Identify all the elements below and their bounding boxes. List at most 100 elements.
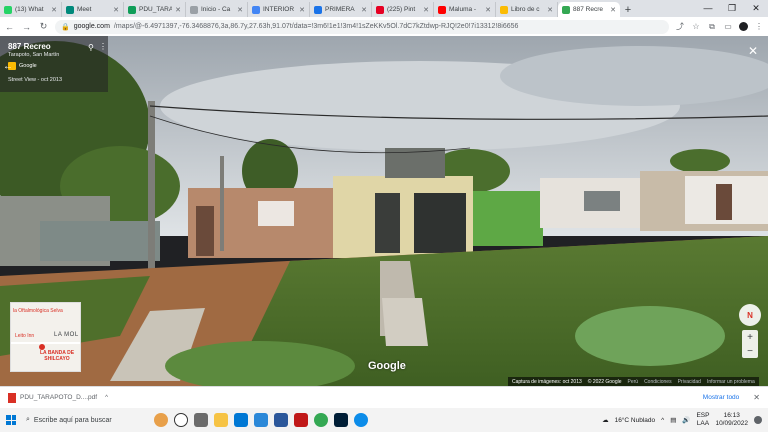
window bbox=[584, 191, 620, 211]
system-tray: ☁ 16°C Nublado ^ ▤ 🔊 ESP LAA 16:13 10/09… bbox=[602, 412, 762, 428]
close-tab-icon[interactable]: ✕ bbox=[547, 6, 553, 14]
browser-tab[interactable]: (225) Pint ✕ bbox=[372, 2, 434, 17]
close-tab-icon[interactable]: ✕ bbox=[423, 6, 429, 14]
zoom-control: + − bbox=[742, 330, 758, 358]
capture-date-dropdown[interactable]: Street View - oct 2013 bbox=[8, 77, 100, 83]
store-icon[interactable] bbox=[254, 413, 268, 427]
zoom-out-button[interactable]: − bbox=[747, 346, 753, 357]
close-street-view-button[interactable]: ✕ bbox=[748, 44, 758, 58]
browser-tab-active[interactable]: 887 Recre ✕ bbox=[558, 2, 620, 17]
profile-avatar[interactable] bbox=[739, 22, 748, 31]
browser-tab[interactable]: (13) What ✕ bbox=[0, 2, 62, 17]
mail-icon[interactable] bbox=[234, 413, 248, 427]
minimap-label: LA MOL bbox=[54, 332, 79, 338]
word-icon[interactable] bbox=[274, 413, 288, 427]
street-view-panorama[interactable]: 887 Recreo Tarapoto, San Martín Google S… bbox=[0, 36, 768, 386]
extensions-icon[interactable]: ⧉ bbox=[707, 22, 717, 32]
pinterest-icon bbox=[376, 5, 384, 14]
edge-icon[interactable] bbox=[354, 413, 368, 427]
browser-tab[interactable]: Meet ✕ bbox=[62, 2, 124, 17]
share-icon[interactable]: ⤴ bbox=[675, 21, 685, 32]
close-tab-icon[interactable]: ✕ bbox=[175, 6, 181, 14]
notifications-icon[interactable] bbox=[754, 416, 762, 424]
close-tab-icon[interactable]: ✕ bbox=[237, 6, 243, 14]
country-link[interactable]: Perú bbox=[628, 379, 639, 385]
browser-tab[interactable]: Libro de c ✕ bbox=[496, 2, 558, 17]
network-icon[interactable]: ▤ bbox=[670, 416, 676, 424]
maximize-button[interactable]: ❐ bbox=[720, 0, 744, 17]
download-item[interactable]: PDU_TARAPOTO_D....pdf bbox=[20, 394, 97, 401]
close-downloads-button[interactable]: ✕ bbox=[753, 393, 760, 402]
close-tab-icon[interactable]: ✕ bbox=[610, 6, 616, 14]
close-tab-icon[interactable]: ✕ bbox=[485, 6, 491, 14]
mcafee-icon[interactable] bbox=[294, 413, 308, 427]
minimize-button[interactable]: — bbox=[696, 0, 720, 17]
sidebar-icon[interactable]: ▭ bbox=[723, 22, 733, 31]
task-view-icon[interactable] bbox=[174, 413, 188, 427]
report-problem-link[interactable]: Informar un problema bbox=[707, 379, 755, 385]
browser-toolbar: ← → ↻ 🔒 google.com/maps/@-6.4971397,-76.… bbox=[0, 17, 768, 36]
back-arrow-icon[interactable]: ← bbox=[3, 61, 13, 72]
location-pin-icon[interactable]: ⚲ bbox=[88, 43, 94, 52]
imagery-capture-text: Captura de imágenes: oct 2013 bbox=[512, 378, 582, 385]
maps-icon bbox=[562, 5, 570, 14]
weather-icon[interactable]: ☁ bbox=[602, 416, 609, 424]
close-tab-icon[interactable]: ✕ bbox=[113, 6, 119, 14]
browser-tab[interactable]: Inicio - Ca ✕ bbox=[186, 2, 248, 17]
language-indicator[interactable]: ESP LAA bbox=[696, 412, 709, 428]
door bbox=[716, 184, 732, 220]
close-tab-icon[interactable]: ✕ bbox=[361, 6, 367, 14]
close-tab-icon[interactable]: ✕ bbox=[51, 6, 57, 14]
close-window-button[interactable]: ✕ bbox=[744, 0, 768, 17]
browser-tab[interactable]: PRIMERA ✕ bbox=[310, 2, 372, 17]
more-options-icon[interactable]: ⋮ bbox=[99, 42, 107, 51]
place-subtitle: Tarapoto, San Martín bbox=[8, 52, 60, 58]
window-controls: — ❐ ✕ bbox=[696, 0, 768, 17]
street-view-scene bbox=[0, 36, 768, 386]
pdf-file-icon bbox=[8, 392, 16, 403]
imagery-provider: Google bbox=[8, 62, 100, 70]
widgets-icon[interactable] bbox=[194, 413, 208, 427]
youtube-icon bbox=[438, 5, 446, 14]
cloud bbox=[500, 46, 768, 106]
whatsapp-icon bbox=[4, 5, 12, 14]
chevron-up-icon[interactable]: ^ bbox=[661, 417, 664, 424]
compass-button[interactable]: N bbox=[739, 304, 761, 326]
attribution-bar: Captura de imágenes: oct 2013 © 2022 Goo… bbox=[508, 377, 759, 386]
privacy-link[interactable]: Privacidad bbox=[678, 379, 701, 385]
browser-tab[interactable]: INTERIOR ✕ bbox=[248, 2, 310, 17]
building bbox=[473, 191, 543, 246]
taskbar-search[interactable]: ⌕ Escribe aquí para buscar bbox=[22, 412, 148, 428]
photoshop-icon[interactable] bbox=[334, 413, 348, 427]
volume-icon[interactable]: 🔊 bbox=[682, 416, 690, 424]
terms-link[interactable]: Condiciones bbox=[644, 379, 672, 385]
chevron-up-icon[interactable]: ^ bbox=[105, 395, 108, 401]
place-title: 887 Recreo bbox=[8, 42, 51, 51]
reload-button[interactable]: ↻ bbox=[38, 21, 49, 32]
clock[interactable]: 16:13 10/09/2022 bbox=[715, 412, 748, 428]
downloads-bar: PDU_TARAPOTO_D....pdf ^ Mostrar todo ✕ bbox=[0, 386, 768, 408]
new-tab-button[interactable]: + bbox=[620, 2, 636, 17]
windows-start-icon[interactable] bbox=[6, 415, 16, 425]
browser-tab[interactable]: Maluma - ✕ bbox=[434, 2, 496, 17]
minimap[interactable]: la Oftalmológica Selva Leito Inn LA MOL … bbox=[10, 302, 81, 372]
url-host: google.com bbox=[73, 23, 110, 30]
cortana-icon[interactable] bbox=[154, 413, 168, 427]
address-bar[interactable]: 🔒 google.com/maps/@-6.4971397,-76.346887… bbox=[55, 19, 669, 34]
browser-tab[interactable]: PDU_TARA ✕ bbox=[124, 2, 186, 17]
bookmark-star-icon[interactable]: ☆ bbox=[691, 22, 701, 31]
forward-button[interactable]: → bbox=[21, 22, 32, 32]
fence bbox=[40, 221, 160, 261]
weather-text[interactable]: 16°C Nublado bbox=[615, 417, 656, 424]
menu-icon[interactable]: ⋮ bbox=[754, 22, 764, 31]
green-branches bbox=[575, 306, 725, 366]
gate bbox=[414, 193, 466, 253]
file-explorer-icon[interactable] bbox=[214, 413, 228, 427]
docs-icon bbox=[314, 5, 322, 14]
show-all-button[interactable]: Mostrar todo bbox=[703, 394, 740, 401]
back-button[interactable]: ← bbox=[4, 22, 15, 32]
chrome-icon[interactable] bbox=[314, 413, 328, 427]
zoom-in-button[interactable]: + bbox=[747, 332, 753, 343]
close-tab-icon[interactable]: ✕ bbox=[299, 6, 305, 14]
search-icon: ⌕ bbox=[26, 416, 30, 423]
